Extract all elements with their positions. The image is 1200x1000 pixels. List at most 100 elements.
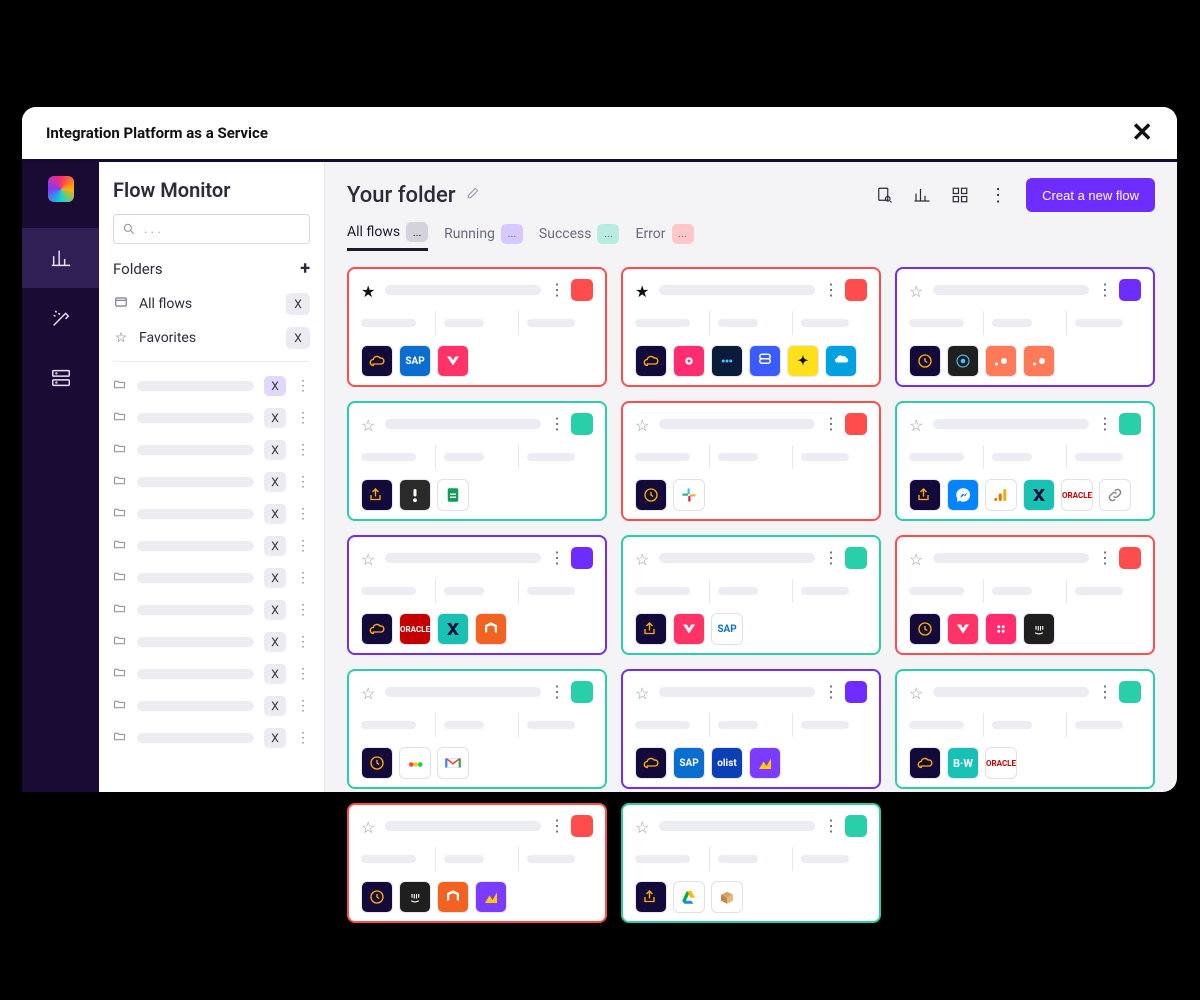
folder-more-icon[interactable]: ⋮ <box>296 410 310 426</box>
favorite-icon[interactable]: ☆ <box>909 416 925 432</box>
flow-card[interactable]: ☆ ⋮ <box>347 401 607 521</box>
card-more-icon[interactable]: ⋮ <box>549 550 563 566</box>
favorite-icon[interactable]: ☆ <box>635 684 651 700</box>
favorite-icon[interactable]: ☆ <box>361 818 377 834</box>
folder-more-icon[interactable]: ⋮ <box>296 442 310 458</box>
flow-card[interactable]: ☆ ⋮ <box>347 669 607 789</box>
folder-more-icon[interactable]: ⋮ <box>296 730 310 746</box>
flow-card[interactable]: ★ ⋮ ✦ <box>621 267 881 387</box>
add-folder-icon[interactable]: + <box>300 258 310 279</box>
sidebar-subfolder[interactable]: X ⋮ <box>113 690 310 722</box>
card-header: ☆ ⋮ <box>635 681 867 703</box>
flow-card[interactable]: ☆ ⋮ ORACLE <box>347 535 607 655</box>
card-more-icon[interactable]: ⋮ <box>549 416 563 432</box>
card-more-icon[interactable]: ⋮ <box>823 684 837 700</box>
favorite-icon[interactable]: ☆ <box>361 684 377 700</box>
flow-card[interactable]: ☆ ⋮ <box>895 535 1155 655</box>
grid-icon[interactable] <box>950 185 970 205</box>
folder-more-icon[interactable]: ⋮ <box>296 538 310 554</box>
sidebar-subfolder[interactable]: X ⋮ <box>113 626 310 658</box>
tab-success[interactable]: Success ... <box>539 224 620 250</box>
chart-icon[interactable] <box>912 185 932 205</box>
x-teal-icon <box>1023 479 1055 511</box>
flow-card[interactable]: ☆ ⋮ <box>347 803 607 923</box>
favorite-icon[interactable]: ☆ <box>635 818 651 834</box>
card-more-icon[interactable]: ⋮ <box>823 416 837 432</box>
close-icon[interactable]: ✕ <box>1131 118 1153 148</box>
sidebar-item-favorites[interactable]: ☆ Favorites X <box>113 321 310 355</box>
search-input[interactable]: . . . <box>113 214 310 244</box>
flow-card[interactable]: ☆ ⋮ SAPolist <box>621 669 881 789</box>
flow-card[interactable]: ☆ ⋮ <box>621 401 881 521</box>
sidebar-subfolder[interactable]: X ⋮ <box>113 658 310 690</box>
card-more-icon[interactable]: ⋮ <box>1097 416 1111 432</box>
flow-card[interactable]: ☆ ⋮ SAP <box>621 535 881 655</box>
card-more-icon[interactable]: ⋮ <box>1097 684 1111 700</box>
indeed-icon <box>399 479 431 511</box>
favorite-icon[interactable]: ☆ <box>909 550 925 566</box>
folder-more-icon[interactable]: ⋮ <box>296 570 310 586</box>
rail-monitor[interactable] <box>22 228 99 288</box>
rail-magic[interactable] <box>22 288 99 348</box>
card-more-icon[interactable]: ⋮ <box>549 684 563 700</box>
more-icon[interactable]: ⋮ <box>988 185 1008 205</box>
folder-name-placeholder <box>137 413 254 423</box>
card-apps <box>909 613 1141 645</box>
card-more-icon[interactable]: ⋮ <box>1097 282 1111 298</box>
folder-more-icon[interactable]: ⋮ <box>296 506 310 522</box>
tab-running[interactable]: Running ... <box>444 224 523 250</box>
folder-more-icon[interactable]: ⋮ <box>296 666 310 682</box>
flow-card[interactable]: ☆ ⋮ ORACLE <box>895 401 1155 521</box>
card-more-icon[interactable]: ⋮ <box>549 818 563 834</box>
folder-more-icon[interactable]: ⋮ <box>296 378 310 394</box>
ibm-icon <box>947 345 979 377</box>
rail-database[interactable] <box>22 348 99 408</box>
folder-icon <box>113 506 127 523</box>
sidebar-subfolder[interactable]: X ⋮ <box>113 466 310 498</box>
new-flow-button[interactable]: Creat a new flow <box>1026 178 1155 212</box>
folder-more-icon[interactable]: ⋮ <box>296 474 310 490</box>
folder-more-icon[interactable]: ⋮ <box>296 698 310 714</box>
card-more-icon[interactable]: ⋮ <box>823 282 837 298</box>
titlebar: Integration Platform as a Service ✕ <box>22 107 1177 162</box>
card-more-icon[interactable]: ⋮ <box>1097 550 1111 566</box>
flow-card[interactable]: ☆ ⋮ <box>895 267 1155 387</box>
clock-icon <box>635 479 667 511</box>
search-doc-icon[interactable] <box>874 185 894 205</box>
favorite-icon[interactable]: ☆ <box>361 416 377 432</box>
sidebar-subfolder[interactable]: X ⋮ <box>113 594 310 626</box>
sidebar-item-allflows[interactable]: All flows X <box>113 287 310 321</box>
card-title-placeholder <box>659 553 815 563</box>
favorite-icon[interactable]: ☆ <box>635 416 651 432</box>
flow-card[interactable]: ☆ ⋮ B·WORACLE <box>895 669 1155 789</box>
favorite-icon[interactable]: ☆ <box>635 550 651 566</box>
folder-name-placeholder <box>137 637 254 647</box>
card-more-icon[interactable]: ⋮ <box>549 282 563 298</box>
flow-card[interactable]: ★ ⋮ SAP <box>347 267 607 387</box>
folder-more-icon[interactable]: ⋮ <box>296 602 310 618</box>
tab-error[interactable]: Error ... <box>635 224 693 250</box>
tab-all-flows[interactable]: All flows ... <box>347 222 428 251</box>
status-badge <box>571 413 593 435</box>
sidebar-subfolder[interactable]: X ⋮ <box>113 530 310 562</box>
sidebar-subfolder[interactable]: X ⋮ <box>113 434 310 466</box>
card-apps: SAP <box>361 345 593 377</box>
favorite-icon[interactable]: ☆ <box>909 282 925 298</box>
favorite-icon[interactable]: ☆ <box>361 550 377 566</box>
card-more-icon[interactable]: ⋮ <box>823 550 837 566</box>
favorite-icon[interactable]: ★ <box>361 282 377 298</box>
card-more-icon[interactable]: ⋮ <box>823 818 837 834</box>
edit-icon[interactable] <box>466 186 480 204</box>
favorite-icon[interactable]: ★ <box>635 282 651 298</box>
card-header: ☆ ⋮ <box>909 413 1141 435</box>
sidebar-subfolder[interactable]: X ⋮ <box>113 498 310 530</box>
messenger-icon <box>947 479 979 511</box>
folder-more-icon[interactable]: ⋮ <box>296 634 310 650</box>
intercom-icon <box>1023 613 1055 645</box>
sidebar-subfolder[interactable]: X ⋮ <box>113 722 310 754</box>
sidebar-subfolder[interactable]: X ⋮ <box>113 402 310 434</box>
sidebar-subfolder[interactable]: X ⋮ <box>113 370 310 402</box>
sidebar-subfolder[interactable]: X ⋮ <box>113 562 310 594</box>
flow-card[interactable]: ☆ ⋮ <box>621 803 881 923</box>
favorite-icon[interactable]: ☆ <box>909 684 925 700</box>
